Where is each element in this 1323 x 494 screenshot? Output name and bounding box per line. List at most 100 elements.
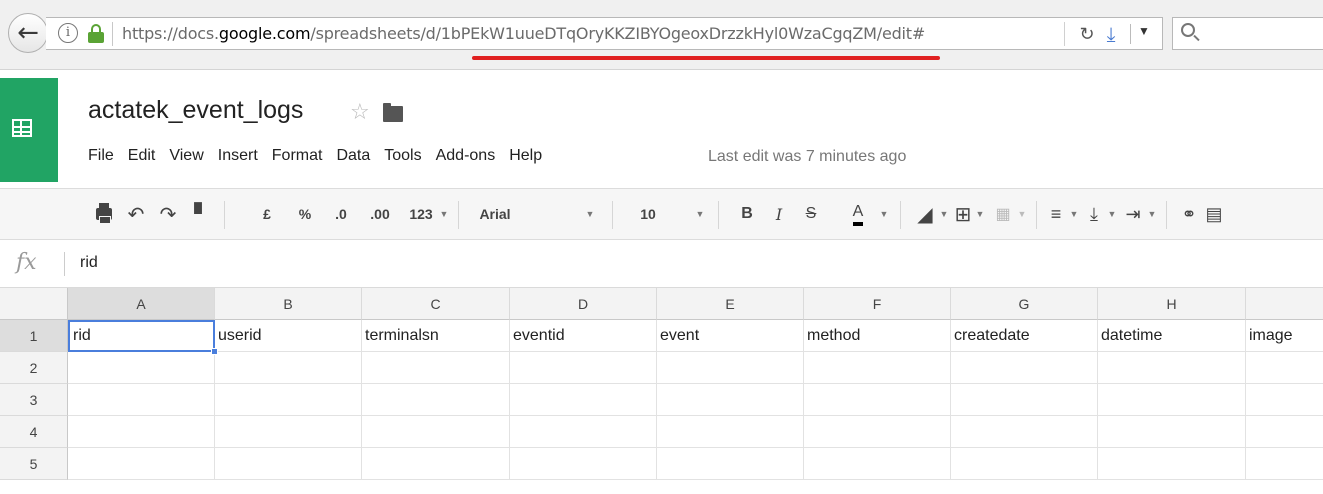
table-cell[interactable] — [68, 416, 215, 448]
table-cell[interactable] — [68, 448, 215, 480]
column-header[interactable]: B — [215, 288, 362, 320]
table-cell[interactable] — [362, 448, 510, 480]
bold-button[interactable]: B — [736, 189, 758, 239]
vertical-align-icon[interactable]: ⤓ — [1082, 189, 1106, 239]
table-cell[interactable] — [951, 384, 1098, 416]
chevron-down-icon[interactable]: ▼ — [878, 189, 890, 239]
chevron-down-icon[interactable]: ▼ — [1146, 189, 1158, 239]
table-cell[interactable] — [1246, 384, 1323, 416]
document-title[interactable]: actatek_event_logs — [88, 96, 303, 125]
menu-insert[interactable]: Insert — [218, 147, 258, 171]
table-cell[interactable] — [215, 352, 362, 384]
chevron-down-icon[interactable]: ▼ — [1106, 189, 1118, 239]
select-all-corner[interactable] — [0, 288, 68, 320]
percent-format-button[interactable]: % — [296, 189, 314, 239]
table-cell[interactable] — [951, 352, 1098, 384]
more-formats-button[interactable]: 123 — [404, 189, 438, 239]
column-header[interactable] — [1246, 288, 1323, 320]
chevron-down-icon[interactable]: ▼ — [438, 189, 450, 239]
currency-format-button[interactable]: £ — [258, 189, 276, 239]
menu-addons[interactable]: Add-ons — [436, 147, 496, 171]
table-cell[interactable] — [657, 448, 804, 480]
print-icon[interactable] — [92, 189, 116, 239]
table-cell[interactable] — [657, 384, 804, 416]
italic-button[interactable]: I — [768, 189, 790, 239]
table-cell[interactable]: method — [804, 320, 951, 352]
table-cell[interactable] — [362, 384, 510, 416]
menu-view[interactable]: View — [169, 147, 203, 171]
table-cell[interactable] — [510, 448, 657, 480]
table-cell[interactable] — [1098, 448, 1246, 480]
increase-decimal-button[interactable]: .00 — [364, 189, 396, 239]
table-cell[interactable] — [951, 448, 1098, 480]
chevron-down-icon[interactable]: ▼ — [694, 189, 706, 239]
table-cell[interactable] — [68, 352, 215, 384]
table-cell[interactable]: userid — [215, 320, 362, 352]
menu-format[interactable]: Format — [272, 147, 323, 171]
column-header[interactable]: E — [657, 288, 804, 320]
text-wrap-icon[interactable]: ⇥ — [1120, 189, 1146, 239]
table-cell[interactable] — [362, 352, 510, 384]
table-cell[interactable]: rid — [68, 320, 215, 352]
table-cell[interactable] — [804, 352, 951, 384]
menu-help[interactable]: Help — [509, 147, 542, 171]
table-cell[interactable] — [510, 416, 657, 448]
undo-icon[interactable]: ↶ — [124, 189, 148, 239]
table-cell[interactable] — [215, 384, 362, 416]
menu-data[interactable]: Data — [336, 147, 370, 171]
table-cell[interactable] — [1098, 384, 1246, 416]
sheets-logo[interactable] — [0, 78, 58, 182]
table-cell[interactable] — [1246, 416, 1323, 448]
formula-input[interactable]: rid — [80, 254, 98, 272]
table-cell[interactable] — [362, 416, 510, 448]
chevron-down-icon[interactable]: ▼ — [1016, 189, 1028, 239]
link-icon[interactable]: ⚭ — [1176, 189, 1202, 239]
table-cell[interactable] — [657, 416, 804, 448]
table-cell[interactable] — [804, 384, 951, 416]
table-cell[interactable]: datetime — [1098, 320, 1246, 352]
back-arrow-icon[interactable]: ← — [8, 13, 48, 53]
table-cell[interactable] — [510, 352, 657, 384]
column-header[interactable]: D — [510, 288, 657, 320]
column-header[interactable]: F — [804, 288, 951, 320]
download-icon[interactable]: ⤓ — [1100, 22, 1122, 46]
menu-tools[interactable]: Tools — [384, 147, 421, 171]
table-cell[interactable]: event — [657, 320, 804, 352]
table-cell[interactable] — [1246, 352, 1323, 384]
merge-cells-icon[interactable]: ▦ — [990, 189, 1016, 239]
decrease-decimal-button[interactable]: .0 — [328, 189, 354, 239]
align-left-icon[interactable]: ≡ — [1044, 189, 1068, 239]
borders-icon[interactable]: ⊞ — [952, 189, 974, 239]
info-icon[interactable]: i — [58, 23, 78, 43]
table-cell[interactable] — [1098, 416, 1246, 448]
table-cell[interactable] — [804, 416, 951, 448]
chevron-down-icon[interactable]: ▼ — [974, 189, 986, 239]
row-header[interactable]: 5 — [0, 448, 68, 480]
row-header[interactable]: 1 — [0, 320, 68, 352]
row-header[interactable]: 3 — [0, 384, 68, 416]
lock-icon[interactable] — [88, 24, 104, 43]
url-text[interactable]: https://docs.google.com/spreadsheets/d/1… — [122, 24, 925, 43]
table-cell[interactable] — [1098, 352, 1246, 384]
last-edit-status[interactable]: Last edit was 7 minutes ago — [708, 148, 906, 166]
chevron-down-icon[interactable]: ▼ — [1068, 189, 1080, 239]
font-size-select[interactable]: 10 — [636, 189, 660, 239]
table-cell[interactable]: createdate — [951, 320, 1098, 352]
text-color-button[interactable]: A — [840, 189, 876, 239]
column-header[interactable]: G — [951, 288, 1098, 320]
menu-edit[interactable]: Edit — [128, 147, 156, 171]
table-cell[interactable]: terminalsn — [362, 320, 510, 352]
search-input[interactable] — [1172, 17, 1323, 50]
table-cell[interactable]: eventid — [510, 320, 657, 352]
row-header[interactable]: 4 — [0, 416, 68, 448]
star-icon[interactable]: ☆ — [350, 100, 370, 125]
comment-icon[interactable]: ▤ — [1204, 189, 1224, 239]
column-header[interactable]: C — [362, 288, 510, 320]
chevron-down-icon[interactable]: ▼ — [938, 189, 950, 239]
fill-color-icon[interactable]: ◢ — [912, 189, 938, 239]
table-cell[interactable] — [657, 352, 804, 384]
column-header[interactable]: A — [68, 288, 215, 320]
chevron-down-icon[interactable]: ▼ — [1138, 24, 1150, 38]
address-bar[interactable]: i https://docs.google.com/spreadsheets/d… — [46, 17, 1163, 50]
table-cell[interactable] — [215, 448, 362, 480]
